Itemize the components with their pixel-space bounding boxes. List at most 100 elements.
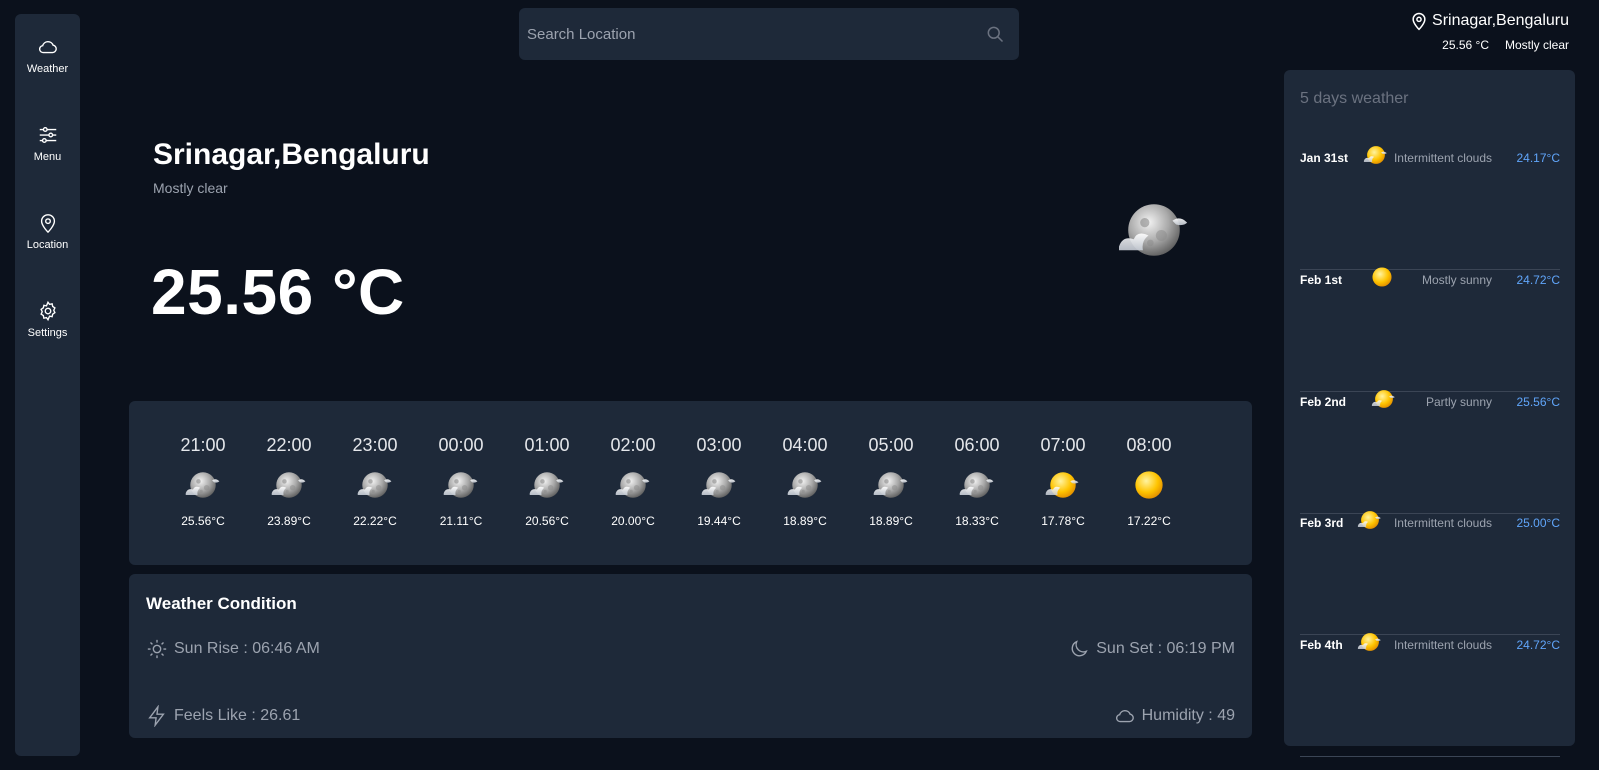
sunrise-row: Sun Rise : 06:46 AM — [146, 638, 320, 660]
cloud-icon — [1115, 709, 1134, 723]
five-day-forecast: 5 days weather Jan 31st Intermittent clou… — [1284, 70, 1575, 757]
sun-icon — [147, 639, 167, 659]
sun-icon — [1135, 471, 1163, 499]
forecast-description: Partly sunny — [1425, 395, 1492, 409]
forecast-date: Feb 3rd — [1300, 516, 1344, 530]
map-pin-icon — [1412, 12, 1426, 31]
hourly-temp: 17.22°C — [1127, 514, 1171, 528]
hourly-item: 03:00 19.44°C — [675, 401, 763, 565]
sidebar-item-label: Location — [26, 239, 69, 251]
forecast-description: Mostly sunny — [1421, 273, 1492, 287]
hourly-time: 22:00 — [266, 435, 312, 455]
hourly-temp: 18.89°C — [869, 514, 913, 528]
hourly-time: 00:00 — [438, 435, 484, 455]
hourly-item: 22:00 23.89°C — [245, 401, 333, 565]
weather-condition-panel: Weather Condition Sun Rise : 06:46 AM Su… — [129, 574, 1252, 738]
cloud-icon — [38, 40, 57, 54]
hourly-item: 08:00 17.22°C — [1105, 401, 1193, 565]
sun-cloud-icon — [1357, 633, 1381, 651]
hourly-time: 06:00 — [954, 435, 1000, 455]
hourly-time: 08:00 — [1126, 435, 1172, 455]
weather-app: Weather Menu Location Settings Srinagar,… — [0, 0, 1599, 770]
forecast-temp: 25.00°C — [1516, 516, 1561, 530]
search-bar — [519, 8, 1019, 60]
search-icon[interactable] — [985, 24, 1005, 44]
header-condition: Mostly clear — [1504, 38, 1569, 52]
sidebar-item-location[interactable]: Location — [15, 212, 80, 251]
sun-cloud-icon — [1371, 390, 1395, 408]
hourly-item: 04:00 18.89°C — [761, 401, 849, 565]
weather-condition-title: Weather Condition — [146, 594, 297, 613]
sidebar-item-label: Weather — [26, 63, 69, 75]
hourly-time: 03:00 — [696, 435, 742, 455]
forecast-day-row[interactable]: Jan 31st Intermittent clouds 24.17°C — [1300, 146, 1560, 270]
sidebar-item-menu[interactable]: Menu — [15, 124, 80, 163]
hourly-temp: 18.89°C — [783, 514, 827, 528]
hourly-item: 07:00 17.78°C — [1019, 401, 1107, 565]
gear-icon — [39, 300, 56, 322]
moon-cloud-icon — [357, 472, 392, 498]
sidebar-item-weather[interactable]: Weather — [15, 36, 80, 75]
hourly-item: 21:00 25.56°C — [159, 401, 247, 565]
hourly-item: 23:00 22.22°C — [331, 401, 419, 565]
moon-cloud-icon — [185, 472, 220, 498]
hourly-temp: 21.11°C — [439, 514, 483, 528]
sun-icon — [1372, 267, 1392, 287]
hourly-item: 06:00 18.33°C — [933, 401, 1021, 565]
forecast-temp: 24.72°C — [1516, 273, 1561, 287]
hourly-temp: 25.56°C — [181, 514, 225, 528]
current-condition: Mostly clear — [153, 180, 228, 196]
hourly-temp: 22.22°C — [353, 514, 397, 528]
sidebar-item-label: Menu — [33, 151, 62, 163]
hourly-temp: 20.00°C — [611, 514, 655, 528]
current-city: Srinagar,Bengaluru — [153, 138, 430, 171]
hourly-forecast: 21:00 25.56°C 22:00 23.89°C 23:00 22.22°C 00:0… — [129, 401, 1252, 565]
forecast-description: Intermittent clouds — [1393, 151, 1492, 165]
hourly-time: 23:00 — [352, 435, 398, 455]
five-day-title: 5 days weather — [1300, 90, 1409, 107]
hourly-time: 02:00 — [610, 435, 656, 455]
sidebar-item-settings[interactable]: Settings — [15, 300, 80, 339]
hourly-item: 02:00 20.00°C — [589, 401, 677, 565]
forecast-date: Feb 4th — [1300, 638, 1343, 652]
sun-cloud-icon — [1045, 472, 1079, 498]
moon-cloud-icon — [1119, 204, 1188, 256]
forecast-day-row[interactable]: Feb 4th Intermittent clouds 24.72°C — [1300, 633, 1560, 757]
sun-cloud-icon — [1357, 511, 1381, 529]
hourly-temp: 18.33°C — [955, 514, 999, 528]
humidity-text: Humidity : 49 — [1141, 707, 1235, 724]
hourly-time: 05:00 — [868, 435, 914, 455]
forecast-description: Intermittent clouds — [1393, 516, 1492, 530]
forecast-date: Feb 1st — [1300, 273, 1343, 287]
forecast-description: Intermittent clouds — [1393, 638, 1492, 652]
map-pin-icon — [40, 214, 55, 234]
moon-cloud-icon — [271, 472, 306, 498]
sidebar-item-label: Settings — [27, 327, 68, 339]
moon-cloud-icon — [615, 472, 650, 498]
hourly-item: 00:00 21.11°C — [417, 401, 505, 565]
moon-cloud-icon — [959, 472, 994, 498]
hourly-time: 21:00 — [180, 435, 226, 455]
hourly-temp: 23.89°C — [267, 514, 311, 528]
moon-cloud-icon — [787, 472, 822, 498]
hourly-item: 05:00 18.89°C — [847, 401, 935, 565]
moon-cloud-icon — [873, 472, 908, 498]
hourly-time: 04:00 — [782, 435, 828, 455]
moon-cloud-icon — [529, 472, 564, 498]
header-temp: 25.56 °C — [1442, 38, 1489, 52]
forecast-temp: 24.17°C — [1516, 151, 1561, 165]
forecast-day-row[interactable]: Feb 3rd Intermittent clouds 25.00°C — [1300, 511, 1560, 635]
hourly-temp: 20.56°C — [525, 514, 569, 528]
forecast-day-row[interactable]: Feb 1st Mostly sunny 24.72°C — [1300, 267, 1561, 392]
search-input[interactable] — [519, 8, 969, 60]
sidebar: Weather Menu Location Settings — [15, 14, 80, 756]
sliders-icon — [39, 126, 56, 144]
sunset-row: Sun Set : 06:19 PM — [1068, 638, 1235, 660]
forecast-temp: 25.56°C — [1516, 395, 1561, 409]
sunset-text: Sun Set : 06:19 PM — [1096, 640, 1235, 657]
current-temperature: 25.56 °C — [151, 256, 405, 328]
hourly-temp: 19.44°C — [697, 514, 741, 528]
feels-like-text: Feels Like : 26.61 — [174, 707, 301, 724]
forecast-day-row[interactable]: Feb 2nd Partly sunny 25.56°C — [1300, 390, 1560, 514]
moon-icon — [1071, 640, 1088, 657]
